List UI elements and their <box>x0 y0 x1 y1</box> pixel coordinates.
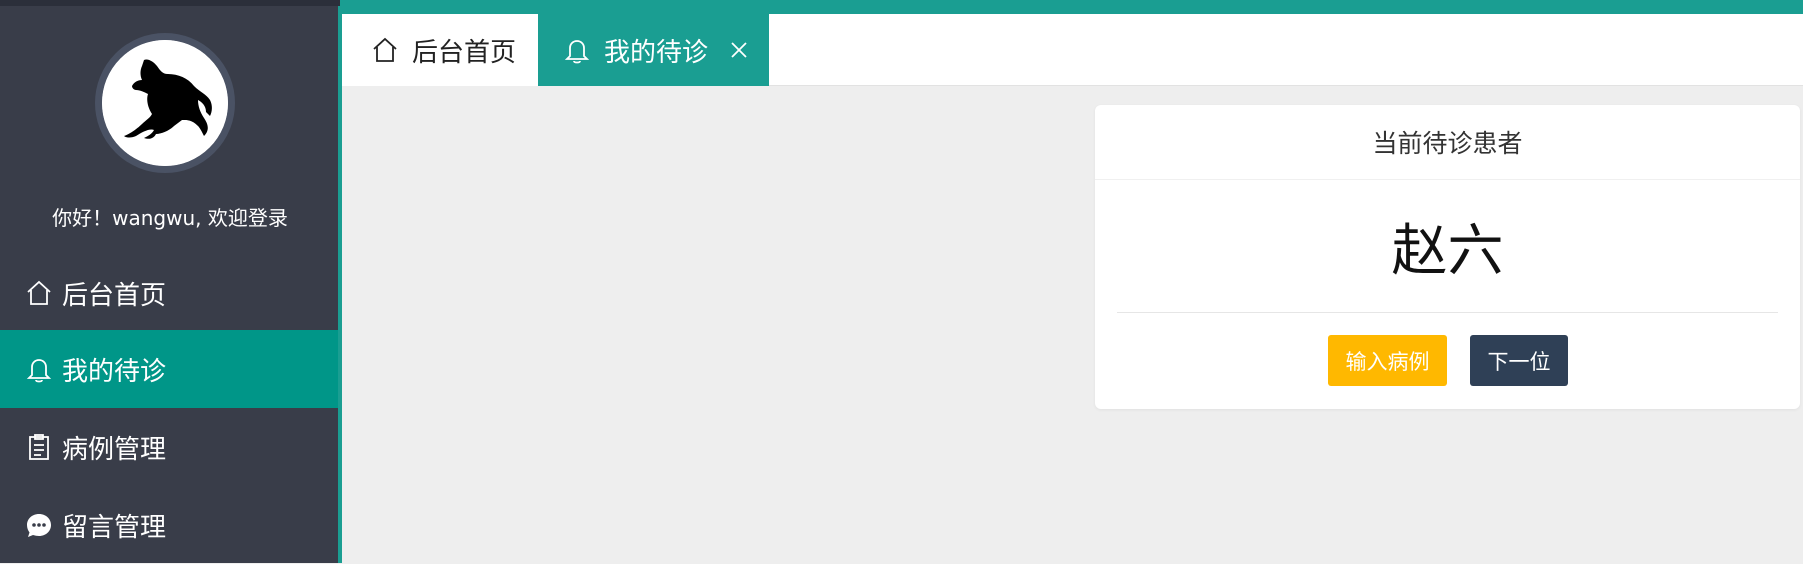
sidebar-item-label: 后台首页 <box>62 280 167 311</box>
welcome-message: 你好！wangwu, 欢迎登录 <box>52 206 288 230</box>
sidebar-item-case-management[interactable]: 病例管理 <box>0 408 340 486</box>
horse-logo-icon <box>102 40 228 166</box>
clipboard-icon <box>24 432 54 462</box>
sidebar-item-label: 留言管理 <box>62 512 167 543</box>
tab-dashboard[interactable]: 后台首页 <box>342 14 538 86</box>
patient-name: 赵六 <box>1117 180 1778 313</box>
sidebar: 你好！wangwu, 欢迎登录 后台首页 我的待诊 病例管理 留言管理 <box>0 6 340 563</box>
bell-icon <box>562 35 592 65</box>
chat-icon <box>24 510 54 540</box>
bell-icon <box>24 354 54 384</box>
card-title: 当前待诊患者 <box>1095 105 1800 180</box>
sidebar-item-label: 病例管理 <box>62 434 167 465</box>
current-patient-card: 当前待诊患者 赵六 输入病例 下一位 <box>1095 105 1800 409</box>
sidebar-edge <box>338 6 342 563</box>
next-patient-button[interactable]: 下一位 <box>1470 335 1568 386</box>
home-icon <box>370 35 400 65</box>
tab-bar: 后台首页 我的待诊 <box>342 14 1803 86</box>
sidebar-item-label: 我的待诊 <box>62 356 167 387</box>
close-icon[interactable] <box>728 39 750 61</box>
home-icon <box>24 278 54 308</box>
avatar <box>95 33 235 173</box>
tab-label: 后台首页 <box>412 37 517 68</box>
sidebar-item-dashboard[interactable]: 后台首页 <box>0 254 340 332</box>
tab-my-waiting[interactable]: 我的待诊 <box>538 14 769 86</box>
enter-case-button[interactable]: 输入病例 <box>1328 335 1447 386</box>
top-accent-bar <box>340 0 1803 14</box>
tab-label: 我的待诊 <box>604 37 709 68</box>
sidebar-item-my-waiting[interactable]: 我的待诊 <box>0 330 340 408</box>
sidebar-item-messages[interactable]: 留言管理 <box>0 486 340 564</box>
